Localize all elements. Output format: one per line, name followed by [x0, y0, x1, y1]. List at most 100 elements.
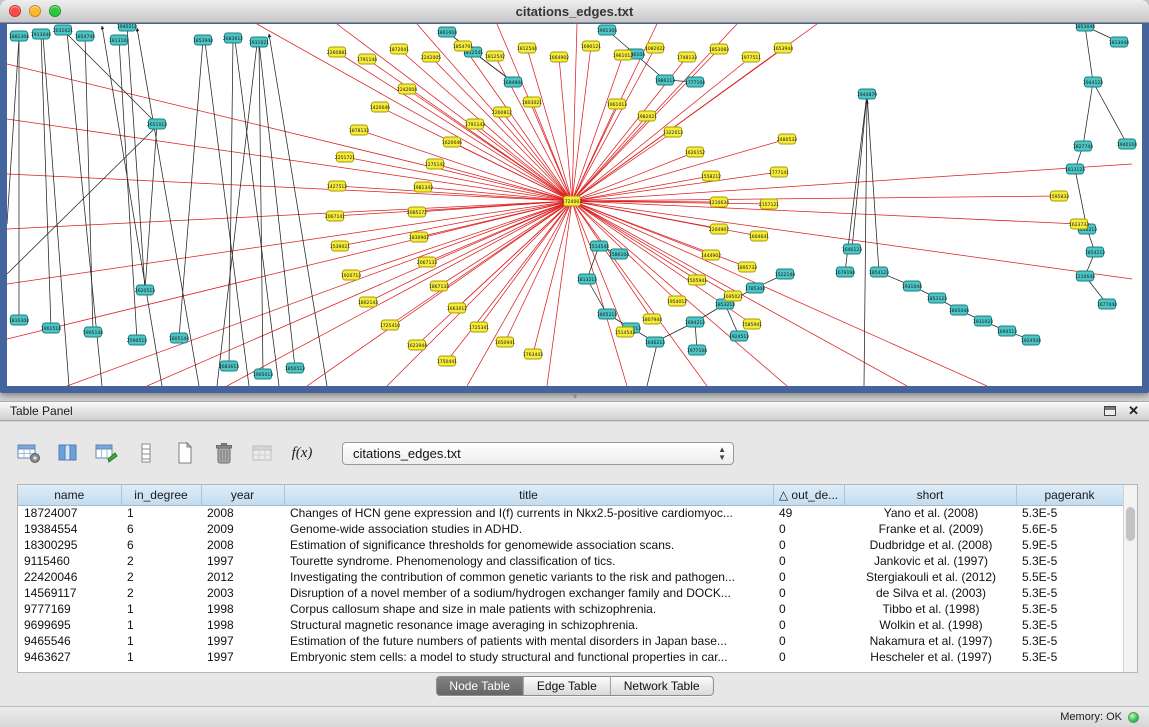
graph-node[interactable]: 1807944 [642, 314, 663, 324]
graph-node[interactable]: 2683613 [219, 361, 240, 371]
graph-node[interactable]: 2242004 [397, 84, 418, 94]
table-cell[interactable]: 5.3E-5 [1016, 585, 1123, 601]
graph-node[interactable]: 1694904 [503, 77, 524, 87]
graph-node[interactable]: 1813104 [109, 35, 130, 45]
table-cell[interactable]: 9463627 [18, 649, 121, 665]
import-table-icon[interactable] [250, 441, 276, 465]
graph-node[interactable]: 1944879 [857, 89, 878, 99]
graph-node[interactable]: 1791143 [465, 119, 486, 129]
table-cell[interactable]: 18724007 [18, 505, 121, 521]
table-cell[interactable]: 5.5E-5 [1016, 569, 1123, 585]
table-row[interactable]: 911546021997Tourette syndrome. Phenomeno… [18, 553, 1123, 569]
graph-node[interactable]: 1620046 [442, 137, 463, 147]
graph-node[interactable]: 1275142 [425, 159, 446, 169]
table-cell[interactable]: 1 [121, 505, 201, 521]
graph-node[interactable]: 1690121 [581, 41, 602, 51]
zoom-window-button[interactable] [49, 5, 61, 17]
graph-node[interactable]: 1931021 [249, 37, 270, 47]
table-cell[interactable]: 1 [121, 617, 201, 633]
graph-node[interactable]: 1653944 [773, 43, 794, 53]
table-row[interactable]: 946554611997Estimation of the future num… [18, 633, 1123, 649]
graph-node[interactable]: 1505941 [687, 275, 708, 285]
graph-node[interactable]: 1522144 [775, 269, 796, 279]
graph-node[interactable]: 1861604 [437, 27, 458, 37]
tab-edge-table[interactable]: Edge Table [524, 677, 611, 695]
table-cell[interactable]: Corpus callosum shape and size in male p… [284, 601, 773, 617]
table-cell[interactable]: 2008 [201, 537, 284, 553]
graph-node[interactable]: 1626152 [685, 147, 706, 157]
table-row[interactable]: 977716911998Corpus callosum shape and si… [18, 601, 1123, 617]
graph-node[interactable]: 1850513 [285, 363, 306, 373]
graph-node[interactable]: 1881304 [9, 31, 30, 41]
graph-node[interactable]: 1785304 [745, 283, 766, 293]
table-cell[interactable]: 0 [773, 601, 844, 617]
graph-node[interactable]: 1763443 [523, 349, 544, 359]
graph-node[interactable]: 1901514 [41, 323, 62, 333]
graph-node[interactable]: 2251721 [335, 152, 356, 162]
graph-node[interactable]: 1961013 [607, 99, 628, 109]
table-cell[interactable]: 6 [121, 521, 201, 537]
graph-node[interactable]: 1961012 [613, 50, 634, 60]
graph-node[interactable]: 1623733 [1069, 219, 1090, 229]
table-row[interactable]: 1456911722003Disruption of a novel membe… [18, 585, 1123, 601]
table-cell[interactable]: 2 [121, 553, 201, 569]
graph-node[interactable]: 1539021 [330, 241, 351, 251]
table-cell[interactable]: Tibbo et al. (1998) [844, 601, 1016, 617]
graph-node[interactable]: 1694213 [685, 317, 706, 327]
graph-node[interactable]: 1986113 [655, 75, 676, 85]
graph-node[interactable]: 1853123 [927, 293, 948, 303]
graph-node[interactable]: 1646123 [842, 244, 863, 254]
table-cell[interactable]: 9115460 [18, 553, 121, 569]
graph-node[interactable]: 1977104 [687, 345, 708, 355]
graph-node[interactable]: 1695021 [723, 291, 744, 301]
graph-node[interactable]: 1748133 [677, 52, 698, 62]
table-cell[interactable]: 9699695 [18, 617, 121, 633]
graph-node[interactable]: 1977511 [741, 52, 762, 62]
table-cell[interactable]: 22420046 [18, 569, 121, 585]
table-cell[interactable]: 2003 [201, 585, 284, 601]
graph-node[interactable]: 1803021 [522, 97, 543, 107]
table-cell[interactable]: Stergiakouli et al. (2012) [844, 569, 1016, 585]
graph-node[interactable]: 1867133 [429, 281, 450, 291]
graph-node[interactable]: 1514543 [615, 327, 636, 337]
graph-node[interactable]: 2683612 [223, 33, 244, 43]
table-cell[interactable]: 1997 [201, 553, 284, 569]
table-cell[interactable]: de Silva et al. (2003) [844, 585, 1016, 601]
graph-node[interactable]: 1895733 [737, 262, 758, 272]
table-cell[interactable]: 1 [121, 649, 201, 665]
table-cell[interactable]: 49 [773, 505, 844, 521]
graph-node[interactable]: 1677044 [1097, 299, 1118, 309]
table-cell[interactable]: Changes of HCN gene expression and I(f) … [284, 505, 773, 521]
table-cell[interactable]: Estimation of significance thresholds fo… [284, 537, 773, 553]
table-cell[interactable]: 0 [773, 521, 844, 537]
graph-node[interactable]: 1514544 [589, 241, 610, 251]
graph-node[interactable]: 1777104 [685, 77, 706, 87]
table-cell[interactable]: Wolkin et al. (1998) [844, 617, 1016, 633]
column-header-6[interactable]: pagerank [1016, 485, 1123, 505]
table-cell[interactable]: Dudbridge et al. (2008) [844, 537, 1016, 553]
graph-node[interactable]: 1854744 [75, 31, 96, 41]
graph-node[interactable]: 1813044 [1109, 37, 1130, 47]
table-cell[interactable]: Franke et al. (2009) [844, 521, 1016, 537]
table-cell[interactable]: 0 [773, 649, 844, 665]
table-cell[interactable]: 2 [121, 585, 201, 601]
graph-node[interactable]: 1777141 [769, 167, 790, 177]
column-header-0[interactable]: name [18, 485, 121, 505]
graph-node[interactable]: 1427512 [327, 181, 348, 191]
table-cell[interactable]: 1 [121, 601, 201, 617]
tab-network-table[interactable]: Network Table [611, 677, 713, 695]
graph-node[interactable]: 2085172 [407, 207, 428, 217]
graph-node[interactable]: 1872041 [389, 44, 410, 54]
table-row[interactable]: 1830029562008Estimation of significance … [18, 537, 1123, 553]
graph-node[interactable]: 1724003 [562, 196, 583, 206]
graph-node[interactable]: 1694513 [997, 326, 1018, 336]
table-cell[interactable]: 9465546 [18, 633, 121, 649]
table-row[interactable]: 2242004622012Investigating the contribut… [18, 569, 1123, 585]
table-cell[interactable]: 6 [121, 537, 201, 553]
table-cell[interactable]: 2 [121, 569, 201, 585]
graph-node[interactable]: 1924513 [729, 331, 750, 341]
edit-table-icon[interactable] [94, 441, 120, 465]
graph-node[interactable]: 1944123 [1083, 77, 1104, 87]
graph-node[interactable]: 2204907 [709, 224, 730, 234]
table-row[interactable]: 1872400712008Changes of HCN gene express… [18, 505, 1123, 521]
